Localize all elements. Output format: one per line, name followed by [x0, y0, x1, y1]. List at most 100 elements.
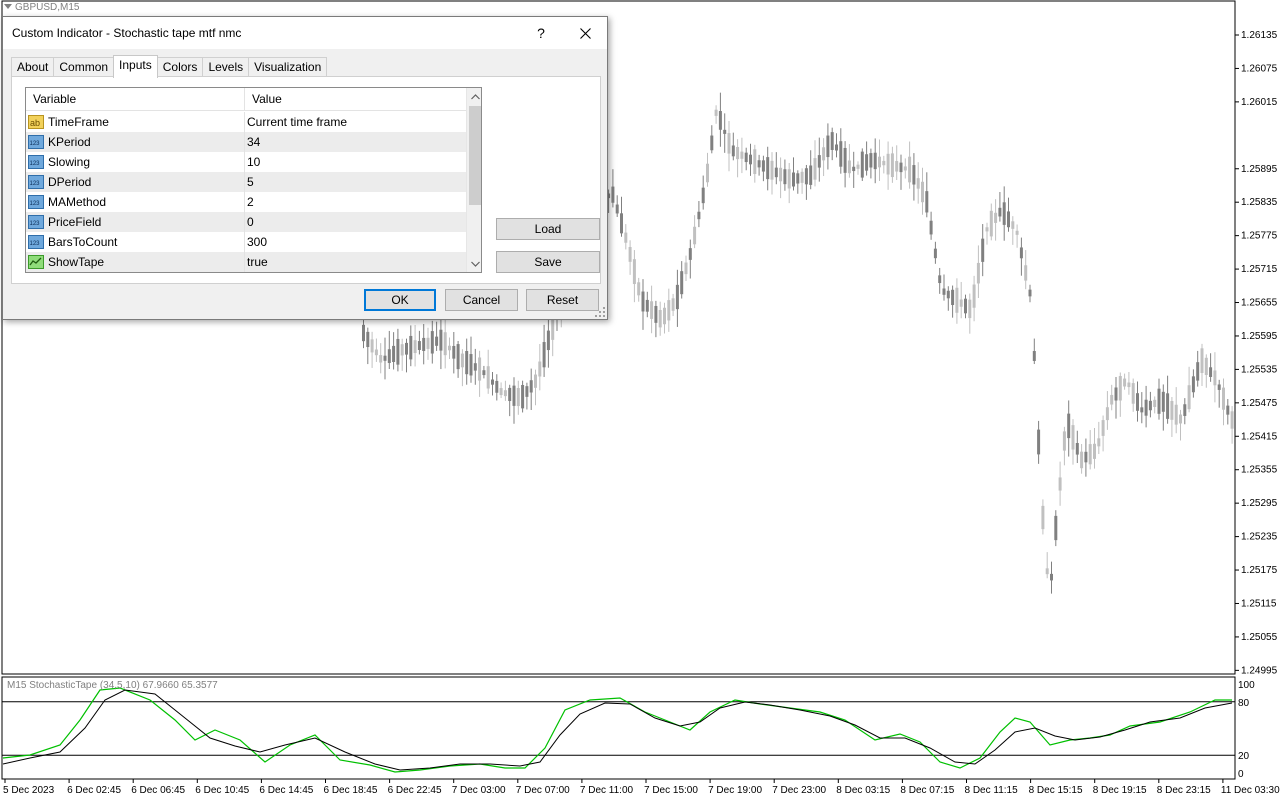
tab-inputs[interactable]: Inputs — [113, 55, 158, 78]
grid-row[interactable]: ShowTape true — [26, 252, 466, 272]
time-axis-label: 8 Dec 11:15 — [965, 785, 1019, 796]
svg-text:123: 123 — [30, 161, 41, 167]
candle-body — [469, 354, 473, 376]
price-axis-label: 1.24995 — [1241, 665, 1278, 676]
close-button[interactable] — [563, 17, 607, 49]
inputs-grid[interactable]: Variable Value ab TimeFrame Current time f… — [25, 87, 482, 273]
tab-colors[interactable]: Colors — [156, 57, 204, 77]
resize-grip-icon[interactable] — [595, 307, 605, 317]
candle-body — [611, 186, 615, 203]
candle-body — [1179, 414, 1182, 424]
candle-body — [899, 162, 903, 173]
variable-name: MAMethod — [48, 195, 107, 209]
load-button[interactable]: Load — [496, 218, 600, 240]
candle-body — [1127, 382, 1131, 388]
candle-body — [482, 370, 486, 376]
candle-body — [800, 171, 804, 183]
candle-body — [641, 291, 645, 312]
value-cell[interactable]: 10 — [245, 152, 466, 172]
candle-body — [1136, 393, 1139, 411]
ok-button[interactable]: OK — [364, 289, 436, 311]
dialog-titlebar[interactable]: Custom Indicator - Stochastic tape mtf n… — [3, 17, 607, 49]
candle-body — [753, 149, 757, 175]
candle-body — [392, 345, 396, 363]
oscillator-level-label: 20 — [1238, 751, 1250, 762]
candle-body — [972, 284, 976, 308]
tab-about[interactable]: About — [11, 57, 55, 77]
candle-body — [383, 355, 387, 361]
price-axis-label: 1.25415 — [1241, 431, 1278, 442]
candle-body — [1161, 391, 1165, 412]
candle-body — [508, 387, 512, 402]
candle-body — [886, 153, 890, 175]
candle-body — [835, 144, 838, 151]
candle-body — [525, 386, 529, 397]
value-cell[interactable]: 2 — [245, 192, 466, 212]
candle-body — [473, 363, 477, 371]
scroll-up-button[interactable] — [467, 88, 481, 105]
value-cell[interactable]: true — [245, 252, 466, 272]
tab-levels[interactable]: Levels — [202, 57, 250, 77]
candle-body — [491, 379, 494, 385]
variable-name: TimeFrame — [48, 115, 109, 129]
candle-body — [710, 135, 714, 151]
candle-body — [946, 290, 950, 299]
grid-row[interactable]: 123 Slowing 10 — [26, 152, 466, 172]
time-axis-label: 7 Dec 11:00 — [580, 785, 634, 796]
dialog-title: Custom Indicator - Stochastic tape mtf n… — [12, 26, 242, 40]
time-axis-label: 7 Dec 23:00 — [772, 785, 826, 796]
save-button[interactable]: Save — [496, 251, 600, 273]
candle-body — [1110, 394, 1114, 405]
candle-body — [1080, 451, 1084, 469]
grid-header: Variable Value — [26, 88, 466, 111]
variable-cell: 123 PriceField — [26, 212, 245, 232]
tab-common[interactable]: Common — [53, 57, 115, 77]
value-cell[interactable]: 0 — [245, 212, 466, 232]
value-cell[interactable]: 5 — [245, 172, 466, 192]
scroll-down-button[interactable] — [467, 255, 481, 272]
column-header-variable[interactable]: Variable — [26, 88, 245, 111]
integer-123-icon: 123 — [28, 175, 44, 189]
time-axis-label: 6 Dec 06:45 — [131, 785, 185, 796]
inputs-panel: Variable Value ab TimeFrame Current time f… — [11, 76, 601, 284]
candle-body — [912, 165, 916, 185]
candle-body — [486, 366, 490, 389]
candle-body — [981, 238, 985, 262]
candle-body — [650, 301, 654, 319]
candle-body — [426, 337, 430, 349]
value-cell[interactable]: 300 — [245, 232, 466, 252]
scroll-thumb[interactable] — [469, 106, 481, 205]
candle-body — [766, 157, 770, 180]
grid-row[interactable]: 123 BarsToCount 300 — [26, 232, 466, 252]
column-header-value[interactable]: Value — [245, 88, 466, 111]
grid-row[interactable]: 123 KPeriod 34 — [26, 132, 466, 152]
candle-body — [452, 345, 456, 359]
candle-body — [413, 340, 417, 354]
candle-body — [521, 384, 525, 409]
grid-row[interactable]: ab TimeFrame Current time frame — [26, 112, 466, 132]
help-button[interactable]: ? — [523, 17, 559, 49]
candle-body — [529, 380, 533, 393]
candle-body — [615, 204, 619, 214]
candle-body — [714, 109, 718, 116]
value-cell[interactable]: Current time frame — [245, 112, 466, 132]
oscillator-title: M15 StochasticTape (34,5,10) 67.9660 65.… — [7, 680, 218, 691]
tab-visualization[interactable]: Visualization — [248, 57, 328, 77]
candle-body — [1105, 407, 1109, 421]
reset-button[interactable]: Reset — [526, 289, 599, 311]
candle-body — [495, 380, 499, 393]
candle-body — [921, 181, 924, 203]
grid-row[interactable]: 123 MAMethod 2 — [26, 192, 466, 212]
grid-row[interactable]: 123 DPeriod 5 — [26, 172, 466, 192]
candle-body — [878, 156, 881, 168]
cancel-button[interactable]: Cancel — [445, 289, 518, 311]
candle-body — [512, 385, 516, 406]
candle-body — [379, 355, 383, 363]
value-cell[interactable]: 34 — [245, 132, 466, 152]
candle-body — [478, 357, 482, 381]
candle-body — [1157, 388, 1161, 414]
grid-scrollbar[interactable] — [466, 88, 481, 272]
candle-body — [663, 307, 666, 325]
candle-body — [1088, 444, 1092, 465]
grid-row[interactable]: 123 PriceField 0 — [26, 212, 466, 232]
